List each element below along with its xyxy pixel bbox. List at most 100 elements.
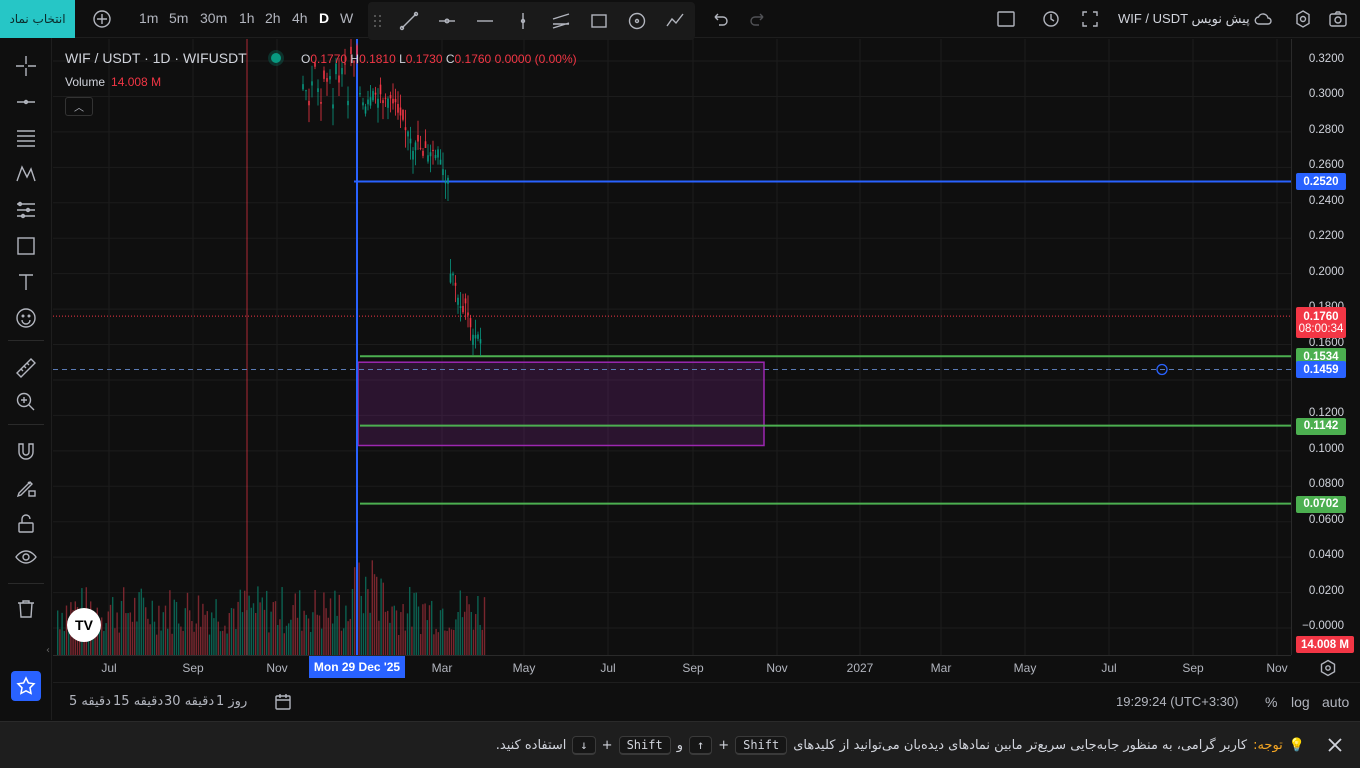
trend-line-icon[interactable] [398, 10, 420, 32]
candle-body [457, 297, 459, 305]
volume-bar [147, 618, 149, 655]
volume-bar [112, 597, 114, 655]
volume-bar [255, 612, 257, 655]
volume-bar [136, 621, 138, 655]
volume-bar [129, 612, 131, 655]
key-shift: Shift [618, 736, 671, 755]
time-tick-label: Jul [1101, 661, 1117, 675]
collapse-legend-button[interactable]: ︿ [65, 97, 93, 116]
volume-bar [134, 597, 136, 655]
undo-icon[interactable] [709, 8, 731, 30]
candle-body [447, 177, 449, 184]
volume-bar [455, 619, 457, 655]
volume-bar [411, 626, 413, 655]
volume-bar [481, 629, 483, 655]
price-axis[interactable]: 0.3200 0.3000 0.2800 0.2600 0.2400 0.2200 0.20… [1291, 39, 1360, 655]
volume-bar [415, 592, 417, 655]
volume-bar [114, 628, 116, 655]
timeframe-1h[interactable]: 1h [239, 10, 255, 26]
range-1d[interactable]: 1 روز [216, 694, 247, 709]
notice-and: و [676, 738, 683, 753]
timeframe-4h[interactable]: 4h [292, 10, 308, 26]
redo-icon[interactable] [747, 8, 769, 30]
timeframe-1m[interactable]: 1m [139, 10, 158, 26]
volume-bar [162, 612, 164, 655]
volume-bar [230, 608, 233, 655]
camera-icon[interactable] [1327, 8, 1349, 30]
volume-bar [431, 600, 433, 655]
timeframe-5m[interactable]: 5m [169, 10, 188, 26]
timeframe-d[interactable]: D [319, 10, 329, 26]
volume-bar [61, 612, 63, 655]
time-axis[interactable]: Jul Sep Nov Mar May Jul Sep Nov 2027 Mar May Jul Sep… [53, 655, 1291, 681]
clock-timezone[interactable]: 19:29:24 (UTC+3:30) [1116, 694, 1238, 709]
rectangle-icon[interactable] [588, 10, 610, 32]
candle-body [372, 91, 374, 101]
volume-bar [219, 631, 222, 655]
lock-icon[interactable] [13, 511, 39, 537]
cloud-save-icon[interactable] [1252, 8, 1274, 30]
trash-icon[interactable] [13, 596, 39, 622]
pattern-tool-icon[interactable] [13, 161, 39, 187]
auto-toggle[interactable]: auto [1322, 694, 1349, 710]
volume-bar [296, 617, 299, 655]
volume-bar [180, 626, 182, 655]
circle-icon[interactable] [626, 10, 648, 32]
percent-toggle[interactable]: % [1265, 694, 1277, 710]
calendar-range-icon[interactable] [273, 692, 293, 712]
price-tick-label: 0.1600 [1308, 336, 1344, 349]
candle-body [409, 138, 412, 144]
text-tool-icon[interactable] [13, 269, 39, 295]
zoom-in-icon[interactable] [13, 389, 39, 415]
volume-bar [387, 610, 389, 655]
projection-tool-icon[interactable] [13, 197, 39, 223]
timeframe-w[interactable]: W [340, 10, 353, 26]
tradingview-logo[interactable]: TV [67, 608, 101, 642]
volume-bar [153, 621, 156, 655]
volume-bar [444, 630, 446, 655]
chart-pane[interactable] [53, 39, 1291, 655]
time-tick-label: Mar [930, 661, 952, 675]
symbol-select-button[interactable]: انتخاب نماد [0, 0, 75, 38]
volume-bar [483, 597, 486, 655]
path-icon[interactable] [664, 10, 686, 32]
settings-icon[interactable] [1292, 8, 1314, 30]
range-30m[interactable]: 30 دقیقه [164, 694, 214, 709]
horizontal-ray-icon[interactable] [436, 10, 458, 32]
notice-bar: 💡 توجه: کاربر گرامی، به منظور جابه‌جایی … [0, 721, 1360, 768]
crosshair-icon[interactable] [13, 53, 39, 79]
parallel-channel-icon[interactable] [550, 10, 572, 32]
drag-handle-icon[interactable] [372, 10, 384, 32]
price-chart[interactable] [53, 39, 1291, 655]
chevron-left-icon[interactable]: ‹ [46, 645, 50, 656]
magnet-icon[interactable] [13, 439, 39, 465]
volume-bar [228, 613, 230, 655]
horizontal-line-icon[interactable] [474, 10, 496, 32]
eye-icon[interactable] [13, 544, 39, 570]
shape-tool-icon[interactable] [13, 233, 39, 259]
emoji-tool-icon[interactable] [13, 305, 39, 331]
vertical-line-icon[interactable] [512, 10, 534, 32]
lock-drawing-icon[interactable] [13, 475, 39, 501]
log-toggle[interactable]: log [1291, 694, 1310, 710]
volume-bar [420, 634, 422, 655]
legend-symbol[interactable]: WIF / USDT · 1D · WIFUSDT [65, 50, 247, 66]
axis-settings-icon[interactable] [1319, 659, 1337, 677]
timeframe-30m[interactable]: 30m [200, 10, 227, 26]
volume-bar [151, 600, 153, 655]
fib-tool-icon[interactable] [13, 125, 39, 151]
candle-body [464, 298, 467, 304]
volume-bar [290, 619, 292, 655]
timeframe-2h[interactable]: 2h [265, 10, 281, 26]
add-compare-icon[interactable] [91, 8, 113, 30]
layout-icon[interactable] [995, 8, 1017, 30]
line-tool-icon[interactable] [13, 89, 39, 115]
volume-label[interactable]: Volume [65, 75, 105, 89]
favorites-star-icon[interactable] [11, 671, 41, 701]
range-15m[interactable]: 15 دقیقه [113, 694, 163, 709]
fullscreen-icon[interactable] [1079, 8, 1101, 30]
replay-icon[interactable] [1040, 8, 1062, 30]
range-5m[interactable]: 5 دقیقه [69, 694, 111, 709]
ruler-icon[interactable] [13, 355, 39, 381]
close-icon[interactable] [1326, 736, 1344, 754]
